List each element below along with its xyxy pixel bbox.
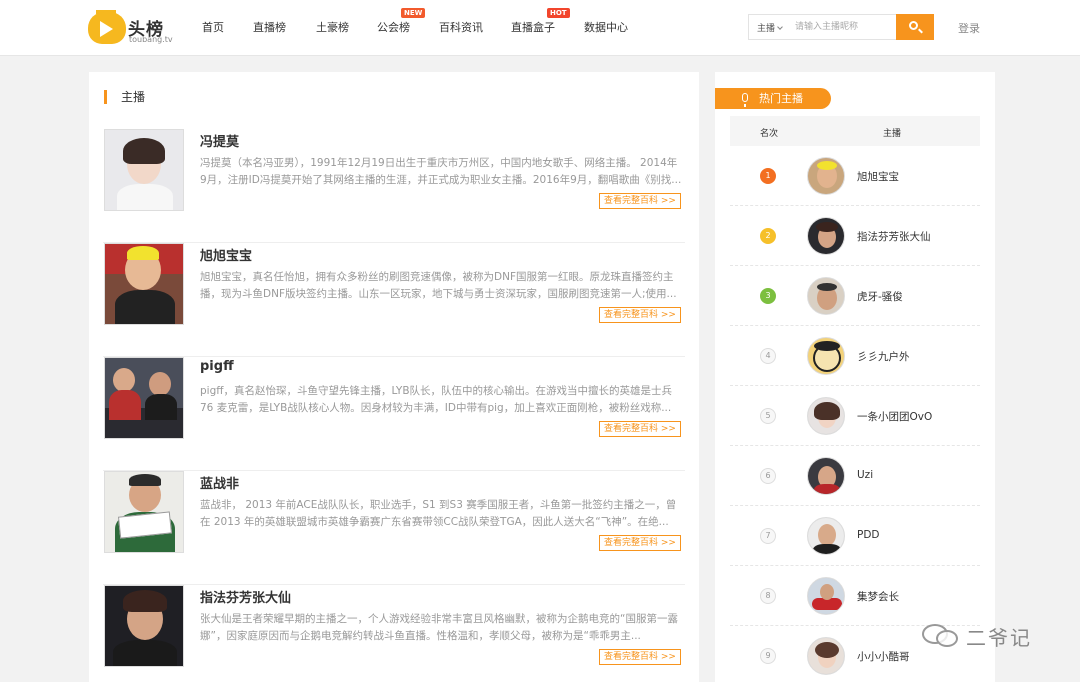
rank-number: 1: [760, 168, 776, 184]
list-item: 旭旭宝宝 旭旭宝宝，真名任怡旭，拥有众多粉丝的刷图竞速偶像，被称为DNF国服第一…: [103, 243, 685, 357]
rank-number: 4: [760, 348, 776, 364]
anchor-desc: 张大仙是王者荣耀早期的主播之一，个人游戏经验非常丰富且风格幽默，被称为企鹅电竞的…: [200, 613, 678, 642]
anchor-name[interactable]: 指法芬芳张大仙: [200, 587, 291, 606]
anchor-name[interactable]: 一条小团团OvO: [857, 409, 932, 424]
rank-number: 9: [760, 648, 776, 664]
avatar[interactable]: [807, 517, 845, 555]
rank-row[interactable]: 5 一条小团团OvO: [730, 386, 980, 446]
microphone-icon: [742, 93, 748, 107]
play-icon: [88, 12, 126, 44]
nav-live-rank[interactable]: 直播榜: [253, 19, 286, 35]
search-icon: [909, 21, 918, 30]
hot-anchors-panel: 热门主播 名次 主播 1 旭旭宝宝 2 指法芬芳张大仙 3 虎牙-骚俊 4 彡彡…: [715, 72, 995, 682]
avatar[interactable]: [807, 457, 845, 495]
rank-row[interactable]: 7 PDD: [730, 506, 980, 566]
list-item: pigff pigff，真名赵怡琛，斗鱼守望先锋主播，LYB队长，队伍中的核心输…: [103, 357, 685, 471]
view-wiki-button[interactable]: 查看完整百科 >>: [599, 535, 681, 551]
nav-guild-rank-label: 公会榜: [377, 21, 410, 34]
anchor-name[interactable]: 旭旭宝宝: [200, 245, 252, 264]
nav-rich-rank[interactable]: 土豪榜: [316, 19, 349, 35]
anchor-photo[interactable]: [104, 357, 184, 439]
hot-badge: HOT: [547, 8, 570, 18]
view-wiki-button[interactable]: 查看完整百科 >>: [599, 421, 681, 437]
brand-domain: toubang.tv: [129, 35, 173, 44]
view-wiki-button[interactable]: 查看完整百科 >>: [599, 307, 681, 323]
avatar[interactable]: [807, 397, 845, 435]
avatar[interactable]: [807, 157, 845, 195]
anchor-name[interactable]: PDD: [857, 529, 880, 541]
anchor-desc: 旭旭宝宝，真名任怡旭，拥有众多粉丝的刷图竞速偶像，被称为DNF国服第一红眼。原龙…: [200, 271, 677, 300]
anchor-name[interactable]: 旭旭宝宝: [857, 169, 899, 184]
nav-live-box[interactable]: 直播盒子 HOT: [511, 8, 570, 35]
login-link[interactable]: 登录: [958, 20, 980, 36]
search-category-select[interactable]: 主播: [757, 21, 783, 34]
list-item: 指法芬芳张大仙 张大仙是王者荣耀早期的主播之一，个人游戏经验非常丰富且风格幽默，…: [103, 585, 685, 682]
hot-anchors-label: 热门主播: [759, 92, 803, 105]
search-box: 主播: [748, 14, 934, 40]
list-item: 蓝战非 蓝战非， 2013 年前ACE战队队长，职业选手，S1 到S3 赛季国服…: [103, 471, 685, 585]
new-badge: NEW: [401, 8, 426, 18]
anchor-photo[interactable]: [104, 471, 184, 553]
rank-number: 3: [760, 288, 776, 304]
view-wiki-button[interactable]: 查看完整百科 >>: [599, 649, 681, 665]
anchor-name[interactable]: 集梦会长: [857, 589, 899, 604]
rank-number: 6: [760, 468, 776, 484]
anchor-name[interactable]: 彡彡九户外: [857, 349, 910, 364]
anchor-desc: pigff，真名赵怡琛，斗鱼守望先锋主播，LYB队长，队伍中的核心输出。在游戏当…: [200, 385, 673, 414]
anchor-name[interactable]: 冯提莫: [200, 131, 239, 150]
anchor-desc: 冯提莫（本名冯亚男），1991年12月19日出生于重庆市万州区，中国内地女歌手、…: [200, 157, 682, 186]
search-input[interactable]: [795, 19, 895, 35]
anchor-photo[interactable]: [104, 585, 184, 667]
avatar[interactable]: [807, 637, 845, 675]
anchor-photo[interactable]: [104, 243, 184, 325]
anchor-name[interactable]: 小小小酷哥: [857, 649, 910, 664]
list-item: 冯提莫 冯提莫（本名冯亚男），1991年12月19日出生于重庆市万州区，中国内地…: [103, 129, 685, 243]
rank-row[interactable]: 1 旭旭宝宝: [730, 146, 980, 206]
avatar[interactable]: [807, 217, 845, 255]
anchor-name[interactable]: pigff: [200, 359, 234, 374]
col-rank-header: 名次: [760, 129, 779, 139]
rank-number: 5: [760, 408, 776, 424]
anchor-desc: 蓝战非， 2013 年前ACE战队队长，职业选手，S1 到S3 赛季国服王者，斗…: [200, 499, 677, 528]
rank-table-header: 名次 主播: [730, 116, 980, 146]
anchor-photo[interactable]: [104, 129, 184, 211]
nav-live-box-label: 直播盒子: [511, 21, 555, 34]
rank-number: 2: [760, 228, 776, 244]
view-wiki-button[interactable]: 查看完整百科 >>: [599, 193, 681, 209]
rank-row[interactable]: 6 Uzi: [730, 446, 980, 506]
hot-anchors-title: 热门主播: [715, 88, 831, 109]
nav-data-center[interactable]: 数据中心: [584, 19, 628, 35]
anchor-name[interactable]: Uzi: [857, 469, 873, 481]
anchor-list-panel: 主播 冯提莫 冯提莫（本名冯亚男），1991年12月19日出生于重庆市万州区，中…: [89, 72, 699, 682]
anchor-name[interactable]: 虎牙-骚俊: [857, 289, 903, 304]
avatar[interactable]: [807, 277, 845, 315]
anchor-name[interactable]: 蓝战非: [200, 473, 239, 492]
toubang-logo[interactable]: 头榜 toubang.tv: [88, 10, 173, 46]
avatar[interactable]: [807, 337, 845, 375]
watermark-text: 二爷记: [966, 626, 1032, 650]
section-title: 主播: [104, 90, 145, 104]
anchor-name[interactable]: 指法芬芳张大仙: [857, 229, 931, 244]
search-button[interactable]: [896, 14, 934, 40]
nav-wiki-news[interactable]: 百科资讯: [439, 19, 483, 35]
rank-row[interactable]: 2 指法芬芳张大仙: [730, 206, 980, 266]
rank-number: 8: [760, 588, 776, 604]
rank-row[interactable]: 4 彡彡九户外: [730, 326, 980, 386]
chevron-down-icon: [777, 24, 783, 30]
top-header: 头榜 toubang.tv 首页 直播榜 土豪榜 公会榜 NEW 百科资讯 直播…: [0, 0, 1080, 56]
wechat-icon-bubble: [936, 630, 958, 647]
watermark: 二爷记: [922, 620, 1052, 650]
search-category-value: 主播: [757, 24, 776, 34]
avatar[interactable]: [807, 577, 845, 615]
col-anchor-header: 主播: [883, 129, 902, 139]
nav-guild-rank[interactable]: 公会榜 NEW: [377, 8, 426, 35]
nav-home[interactable]: 首页: [202, 19, 224, 35]
rank-row[interactable]: 3 虎牙-骚俊: [730, 266, 980, 326]
rank-number: 7: [760, 528, 776, 544]
rank-row[interactable]: 8 集梦会长: [730, 566, 980, 626]
